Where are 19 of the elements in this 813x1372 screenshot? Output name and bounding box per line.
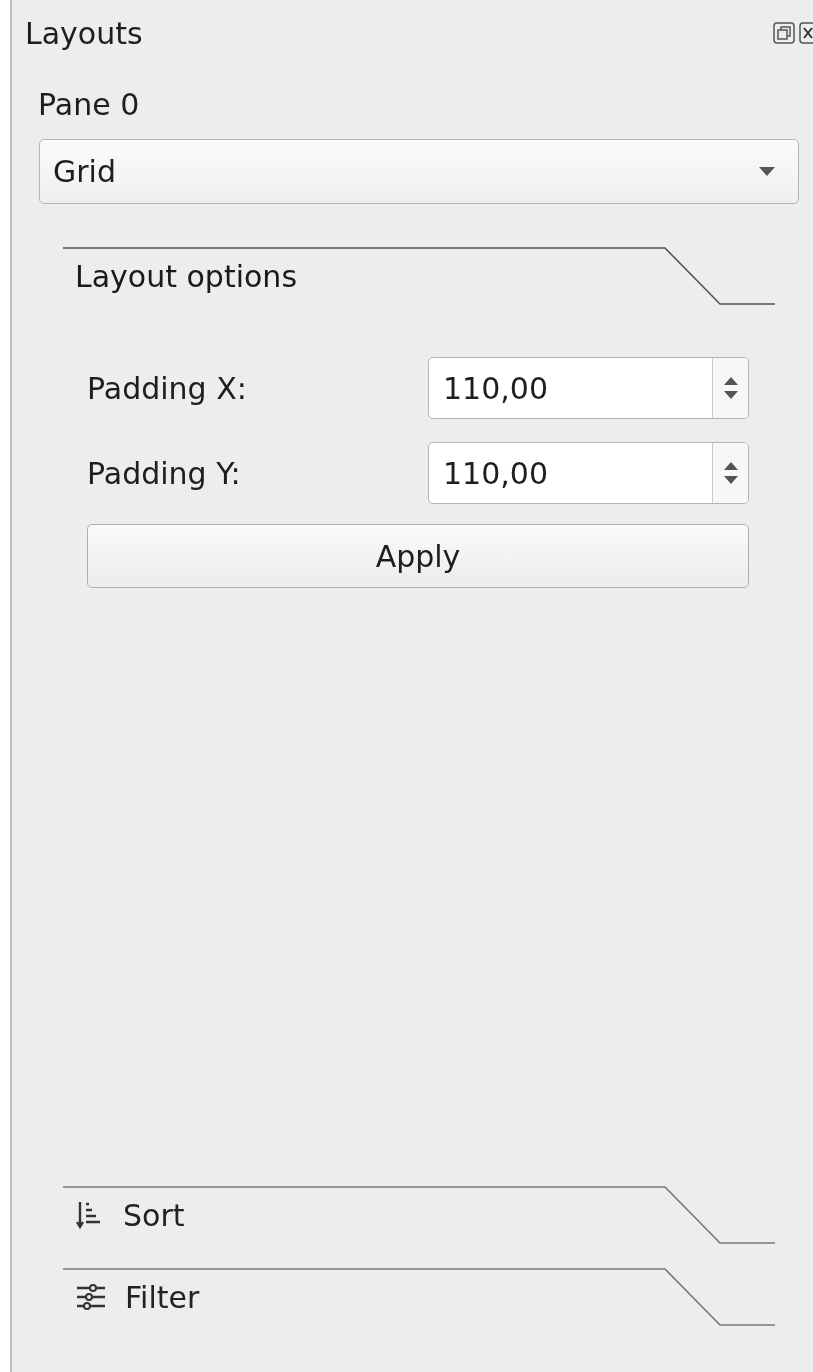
dock-title: Layouts [25, 14, 144, 53]
down-arrow-icon[interactable] [723, 476, 738, 484]
down-arrow-icon[interactable] [723, 391, 738, 399]
field-label: Padding Y: [87, 454, 241, 493]
section-tab[interactable]: Filter [63, 1268, 775, 1326]
section-tab[interactable]: Layout options [63, 247, 775, 305]
number-spinbox[interactable]: 110,00 [428, 442, 749, 504]
pane-label: Pane 0 [38, 86, 141, 124]
up-arrow-icon[interactable] [723, 377, 738, 385]
close-icon[interactable] [799, 22, 813, 44]
number-spinbox[interactable]: 110,00 [428, 357, 749, 419]
sliders-icon [75, 1282, 107, 1312]
apply-button[interactable]: Apply [87, 524, 749, 588]
field-label: Padding X: [87, 369, 247, 408]
up-arrow-icon[interactable] [723, 462, 738, 470]
section-tab[interactable]: Sort [63, 1186, 775, 1244]
dropdown-arrow-icon [759, 167, 775, 176]
float-icon[interactable] [773, 22, 795, 44]
layout-dropdown[interactable]: Grid [39, 139, 799, 204]
